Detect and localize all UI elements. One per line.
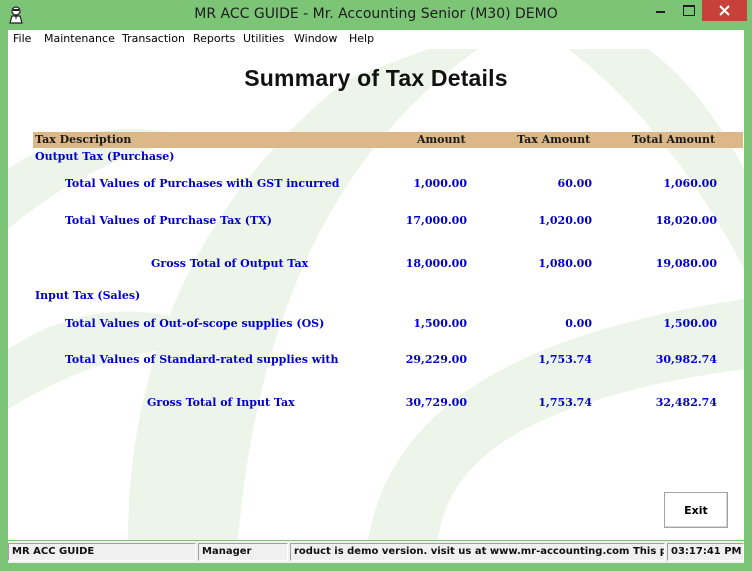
- gross-output-amount: 18,000.00: [405, 257, 467, 270]
- menu-transaction[interactable]: Transaction: [122, 32, 185, 45]
- gross-input-row: Gross Total of Input Tax 30,729.00 1,753…: [8, 396, 744, 410]
- section-output-tax: Output Tax (Purchase): [35, 150, 175, 163]
- header-tax-description: Tax Description: [35, 133, 132, 146]
- close-icon: [719, 5, 730, 16]
- exit-button[interactable]: Exit: [664, 492, 728, 528]
- menu-utilities[interactable]: Utilities: [243, 32, 284, 45]
- table-row: Total Values of Standard-rated supplies …: [8, 353, 744, 367]
- table-row: Total Values of Purchases with GST incur…: [8, 177, 744, 191]
- table-row: Total Values of Purchase Tax (TX) 17,000…: [8, 214, 744, 228]
- row-label: Total Values of Purchase Tax (TX): [65, 214, 272, 227]
- row-tax-amount: 0.00: [565, 317, 592, 330]
- close-button[interactable]: [702, 0, 747, 21]
- header-amount: Amount: [417, 133, 466, 146]
- row-label: Total Values of Standard-rated supplies …: [65, 353, 339, 366]
- gross-input-amount: 30,729.00: [405, 396, 467, 409]
- status-time: 03:17:41 PM: [667, 543, 744, 561]
- row-total-amount: 1,060.00: [663, 177, 717, 190]
- table-row: Total Values of Out-of-scope supplies (O…: [8, 317, 744, 331]
- menu-bar: File Maintenance Transaction Reports Uti…: [8, 30, 744, 49]
- row-tax-amount: 1,020.00: [538, 214, 592, 227]
- row-total-amount: 30,982.74: [655, 353, 717, 366]
- row-tax-amount: 60.00: [557, 177, 592, 190]
- menu-help[interactable]: Help: [349, 32, 374, 45]
- status-bar: MR ACC GUIDE Manager roduct is demo vers…: [8, 541, 744, 563]
- menu-window[interactable]: Window: [294, 32, 337, 45]
- minimize-button[interactable]: [647, 0, 675, 21]
- row-amount: 1,000.00: [413, 177, 467, 190]
- row-total-amount: 1,500.00: [663, 317, 717, 330]
- maximize-button[interactable]: [675, 0, 702, 21]
- row-tax-amount: 1,753.74: [538, 353, 592, 366]
- table-header: Tax Description Amount Tax Amount Total …: [33, 132, 743, 148]
- title-bar[interactable]: MR ACC GUIDE - Mr. Accounting Senior (M3…: [0, 0, 752, 30]
- app-window: MR ACC GUIDE - Mr. Accounting Senior (M3…: [0, 0, 752, 571]
- status-message: roduct is demo version. visit us at www.…: [290, 543, 665, 561]
- window-title: MR ACC GUIDE - Mr. Accounting Senior (M3…: [194, 6, 558, 22]
- gross-output-row: Gross Total of Output Tax 18,000.00 1,08…: [8, 257, 744, 271]
- row-label: Total Values of Out-of-scope supplies (O…: [65, 317, 325, 330]
- header-total-amount: Total Amount: [632, 133, 716, 146]
- menu-maintenance[interactable]: Maintenance: [44, 32, 115, 45]
- gross-output-total-amount: 19,080.00: [655, 257, 717, 270]
- gross-input-label: Gross Total of Input Tax: [147, 396, 295, 409]
- report-window: Summary of Tax Details Tax Description A…: [8, 49, 744, 540]
- row-label: Total Values of Purchases with GST incur…: [65, 177, 340, 190]
- menu-file[interactable]: File: [13, 32, 31, 45]
- header-tax-amount: Tax Amount: [517, 133, 591, 146]
- gross-input-tax-amount: 1,753.74: [538, 396, 592, 409]
- menu-reports[interactable]: Reports: [193, 32, 235, 45]
- gross-input-total-amount: 32,482.74: [655, 396, 717, 409]
- row-amount: 29,229.00: [405, 353, 467, 366]
- row-amount: 17,000.00: [405, 214, 467, 227]
- row-total-amount: 18,020.00: [655, 214, 717, 227]
- gross-output-label: Gross Total of Output Tax: [151, 257, 309, 270]
- report-title: Summary of Tax Details: [244, 65, 508, 91]
- row-amount: 1,500.00: [413, 317, 467, 330]
- status-company: MR ACC GUIDE: [8, 543, 196, 561]
- section-input-tax: Input Tax (Sales): [35, 289, 141, 302]
- gross-output-tax-amount: 1,080.00: [538, 257, 592, 270]
- status-user: Manager: [198, 543, 288, 561]
